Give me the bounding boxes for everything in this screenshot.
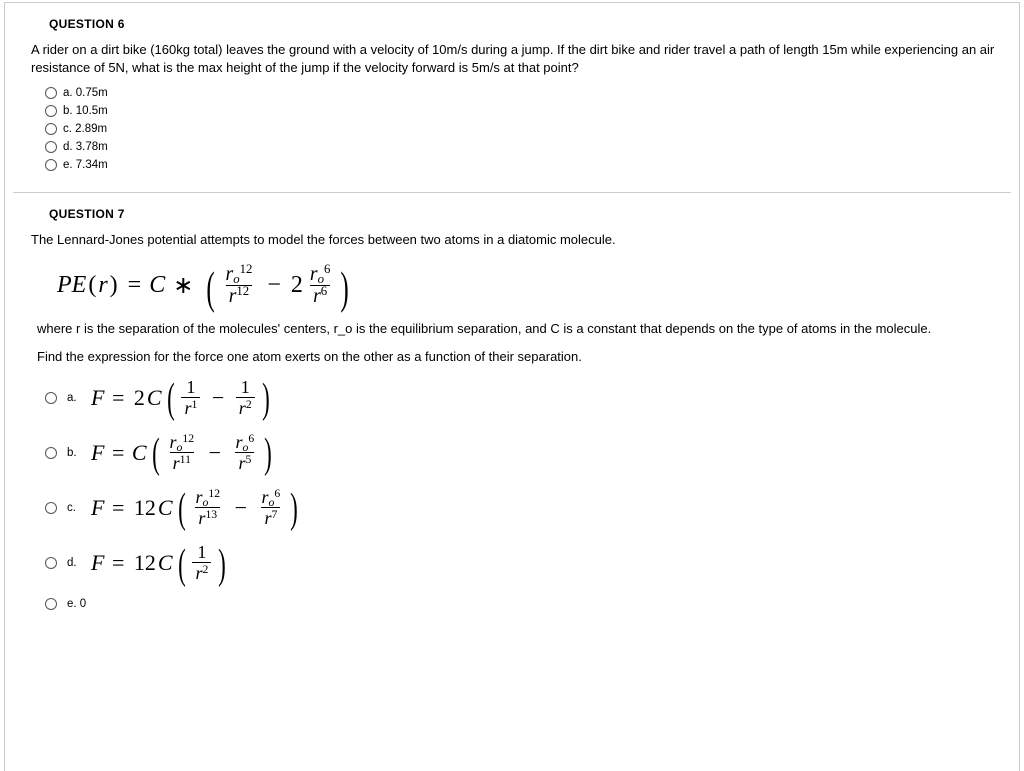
q6-label-a: a. 0.75m bbox=[63, 87, 108, 99]
question-6-header: QUESTION 6 bbox=[25, 13, 999, 41]
q7-letter-b: b. bbox=[67, 447, 81, 459]
q7-letter-d: d. bbox=[67, 557, 81, 569]
q7-formula-a: F = 2C( 1 r1 − 1 r2 ) bbox=[91, 378, 273, 417]
question-6-body: A rider on a dirt bike (160kg total) lea… bbox=[25, 41, 999, 174]
q7-option-b[interactable]: b. F = C( ro12 r11 − ro6 r5 ) bbox=[31, 425, 999, 480]
question-6: QUESTION 6 A rider on a dirt bike (160kg… bbox=[5, 3, 1019, 192]
q7-option-c[interactable]: c. F = 12C( ro12 r13 − ro6 r7 ) bbox=[31, 480, 999, 535]
q6-label-b: b. 10.5m bbox=[63, 105, 108, 117]
q7-option-a[interactable]: a. F = 2C( 1 r1 − 1 r2 ) bbox=[31, 370, 999, 425]
q7-formula-c: F = 12C( ro12 r13 − ro6 r7 ) bbox=[91, 488, 301, 527]
q7-radio-e[interactable] bbox=[45, 598, 57, 610]
q6-option-c[interactable]: c. 2.89m bbox=[31, 120, 999, 138]
q7-option-e[interactable]: e. 0 bbox=[31, 590, 999, 618]
q7-explain-2: Find the expression for the force one at… bbox=[31, 343, 999, 371]
page-container: QUESTION 6 A rider on a dirt bike (160kg… bbox=[4, 2, 1020, 771]
q6-label-e: e. 7.34m bbox=[63, 159, 108, 171]
q7-letter-a: a. bbox=[67, 392, 81, 404]
q6-option-d[interactable]: d. 3.78m bbox=[31, 138, 999, 156]
q6-option-e[interactable]: e. 7.34m bbox=[31, 156, 999, 174]
question-7: QUESTION 7 The Lennard-Jones potential a… bbox=[5, 193, 1019, 636]
q7-main-formula: PE(r) = C ∗ ( ro12 r12 − 2 ro6 r6 ) bbox=[31, 257, 999, 315]
q7-radio-a[interactable] bbox=[45, 392, 57, 404]
q6-radio-e[interactable] bbox=[45, 159, 57, 171]
q7-explain-1: where r is the separation of the molecul… bbox=[31, 315, 999, 343]
q7-radio-d[interactable] bbox=[45, 557, 57, 569]
q7-formula-b: F = C( ro12 r11 − ro6 r5 ) bbox=[91, 433, 275, 472]
q7-label-e: e. 0 bbox=[67, 598, 86, 610]
q7-formula-d: F = 12C( 1 r2 ) bbox=[91, 543, 229, 582]
question-7-intro: The Lennard-Jones potential attempts to … bbox=[31, 231, 999, 249]
q6-radio-a[interactable] bbox=[45, 87, 57, 99]
question-6-prompt: A rider on a dirt bike (160kg total) lea… bbox=[31, 41, 999, 76]
q6-option-b[interactable]: b. 10.5m bbox=[31, 102, 999, 120]
q6-label-c: c. 2.89m bbox=[63, 123, 107, 135]
q6-radio-d[interactable] bbox=[45, 141, 57, 153]
q6-label-d: d. 3.78m bbox=[63, 141, 108, 153]
q7-letter-c: c. bbox=[67, 502, 81, 514]
q6-option-a[interactable]: a. 0.75m bbox=[31, 84, 999, 102]
question-7-header: QUESTION 7 bbox=[25, 203, 999, 231]
question-7-body: The Lennard-Jones potential attempts to … bbox=[25, 231, 999, 618]
q7-radio-b[interactable] bbox=[45, 447, 57, 459]
q6-radio-c[interactable] bbox=[45, 123, 57, 135]
q6-radio-b[interactable] bbox=[45, 105, 57, 117]
q7-option-d[interactable]: d. F = 12C( 1 r2 ) bbox=[31, 535, 999, 590]
q7-radio-c[interactable] bbox=[45, 502, 57, 514]
